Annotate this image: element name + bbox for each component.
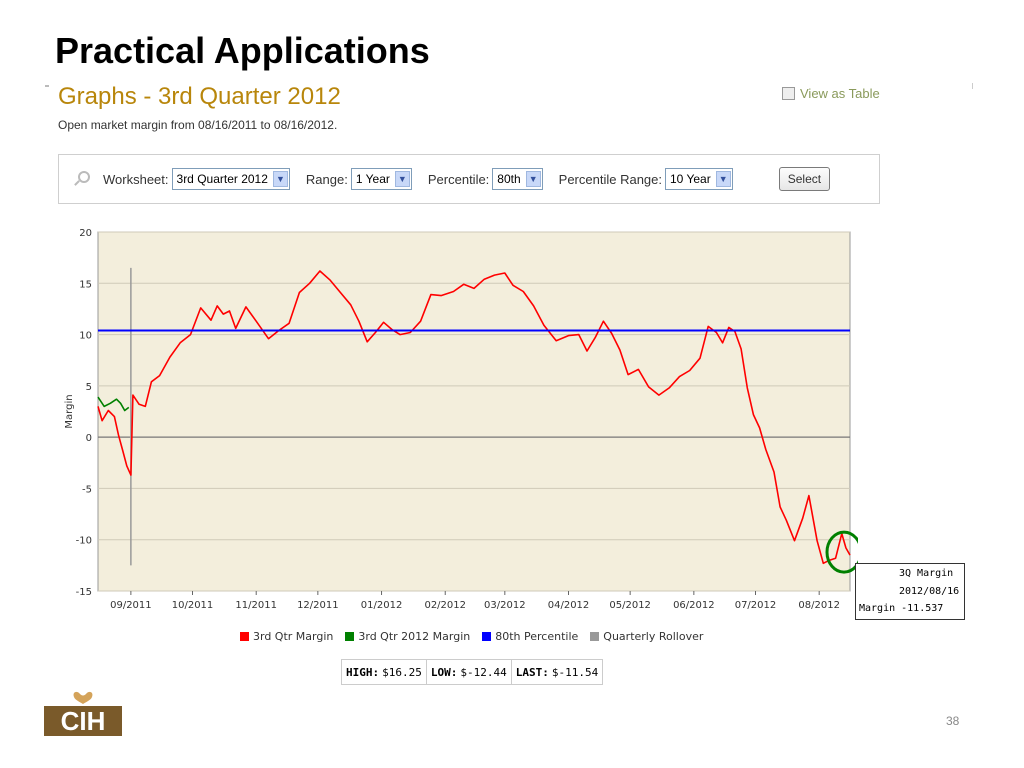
tooltip-date: 2012/08/16 xyxy=(899,586,960,597)
y-tick-label: -15 xyxy=(76,587,92,598)
y-tick-label: -10 xyxy=(76,536,92,547)
percentile-range-value: 10 Year xyxy=(670,172,711,186)
slide-title: Practical Applications xyxy=(55,30,430,71)
cih-logo: CIH xyxy=(44,691,122,736)
page-heading: Graphs - 3rd Quarter 2012 xyxy=(58,83,341,110)
x-tick-label: 12/2011 xyxy=(297,600,339,611)
range-label: Range: xyxy=(305,171,348,187)
filter-toolbar: Worksheet: 3rd Quarter 2012 ▼ Range: 1 Ye… xyxy=(58,154,880,204)
percentile-value: 80th xyxy=(497,172,521,186)
y-tick-label: 10 xyxy=(79,331,92,342)
chevron-down-icon[interactable]: ▼ xyxy=(394,171,410,187)
y-tick-label: 20 xyxy=(79,228,92,239)
legend-item-80th-percentile[interactable]: 80th Percentile xyxy=(482,630,578,643)
stats-box: HIGH: $16.25 LOW: $-12.44 LAST: $-11.54 xyxy=(341,659,604,685)
percentile-range-label: Percentile Range: xyxy=(558,171,662,187)
worksheet-select[interactable]: 3rd Quarter 2012 ▼ xyxy=(171,168,290,190)
stat-high: HIGH: $16.25 xyxy=(342,660,427,684)
y-axis-label: Margin xyxy=(64,394,75,428)
legend-label: 3rd Qtr Margin xyxy=(253,630,334,643)
legend-item-3rd-qtr-2012-margin[interactable]: 3rd Qtr 2012 Margin xyxy=(345,630,470,643)
x-tick-label: 01/2012 xyxy=(361,600,403,611)
stat-last-value: $-11.54 xyxy=(551,665,599,679)
logo-text: CIH xyxy=(61,706,106,736)
chevron-down-icon[interactable]: ▼ xyxy=(715,171,731,187)
x-tick-label: 08/2012 xyxy=(798,600,840,611)
legend-label: Quarterly Rollover xyxy=(603,630,704,643)
x-tick-label: 09/2011 xyxy=(110,600,152,611)
stat-high-label: HIGH: xyxy=(346,665,380,679)
range-value: 1 Year xyxy=(355,172,390,186)
view-as-table-link[interactable]: View as Table xyxy=(782,86,880,101)
legend-label: 80th Percentile xyxy=(495,630,579,643)
x-tick-label: 04/2012 xyxy=(548,600,590,611)
range-select[interactable]: 1 Year ▼ xyxy=(350,168,412,190)
percentile-select[interactable]: 80th ▼ xyxy=(492,168,543,190)
y-tick-label: 15 xyxy=(79,279,92,290)
search-icon xyxy=(73,171,90,187)
hover-tooltip: 3Q Margin 2012/08/16 Margin -11.537 xyxy=(855,563,965,620)
select-button[interactable]: Select xyxy=(778,167,831,191)
legend-label: 3rd Qtr 2012 Margin xyxy=(358,630,471,643)
legend-swatch-red xyxy=(240,632,249,641)
left-edge-mark xyxy=(45,85,49,87)
percentile-range-select[interactable]: 10 Year ▼ xyxy=(665,168,733,190)
y-tick-label: 0 xyxy=(86,433,92,444)
stat-last-label: LAST: xyxy=(515,665,549,679)
worksheet-label: Worksheet: xyxy=(103,171,169,187)
y-tick-label: -5 xyxy=(82,484,92,495)
chevron-down-icon[interactable]: ▼ xyxy=(272,171,288,187)
page-number: 38 xyxy=(946,714,960,728)
x-tick-label: 05/2012 xyxy=(609,600,651,611)
x-tick-label: 06/2012 xyxy=(673,600,715,611)
stat-last: LAST: $-11.54 xyxy=(512,660,602,684)
x-tick-label: 03/2012 xyxy=(484,600,526,611)
stat-low-value: $-12.44 xyxy=(460,665,507,679)
chevron-down-icon[interactable]: ▼ xyxy=(525,171,541,187)
y-tick-label: 5 xyxy=(86,382,92,393)
tooltip-value: Margin -11.537 xyxy=(859,603,944,614)
margin-chart-svg: -15 -10 -5 0 5 10 15 20 09/2011 10/2011 11/2011 12/… xyxy=(64,228,863,611)
page-subtitle: Open market margin from 08/16/2011 to 08… xyxy=(58,118,338,132)
view-as-table-checkbox[interactable] xyxy=(782,87,795,100)
x-tick-label: 11/2011 xyxy=(235,600,277,611)
chart-legend: 3rd Qtr Margin 3rd Qtr 2012 Margin 80th … xyxy=(240,630,703,643)
tooltip-series: 3Q Margin xyxy=(899,568,954,579)
stat-low-label: LOW: xyxy=(430,665,458,679)
right-edge-mark xyxy=(972,83,973,89)
percentile-label: Percentile: xyxy=(427,171,490,187)
legend-swatch-gray xyxy=(590,632,600,641)
stat-high-value: $16.25 xyxy=(382,665,422,679)
x-tick-label: 02/2012 xyxy=(424,600,466,611)
legend-item-quarterly-rollover[interactable]: Quarterly Rollover xyxy=(590,630,703,643)
legend-swatch-green xyxy=(345,632,355,641)
view-as-table-label: View as Table xyxy=(800,86,880,101)
legend-item-3rd-qtr-margin[interactable]: 3rd Qtr Margin xyxy=(240,630,333,643)
margin-chart: -15 -10 -5 0 5 10 15 20 09/2011 10/2011 11/2011 12/… xyxy=(58,218,863,628)
stat-low: LOW: $-12.44 xyxy=(427,660,512,684)
x-tick-label: 10/2011 xyxy=(172,600,214,611)
x-tick-label: 07/2012 xyxy=(735,600,777,611)
worksheet-value: 3rd Quarter 2012 xyxy=(176,172,268,186)
legend-swatch-blue xyxy=(482,632,492,641)
plot-area xyxy=(97,231,851,592)
